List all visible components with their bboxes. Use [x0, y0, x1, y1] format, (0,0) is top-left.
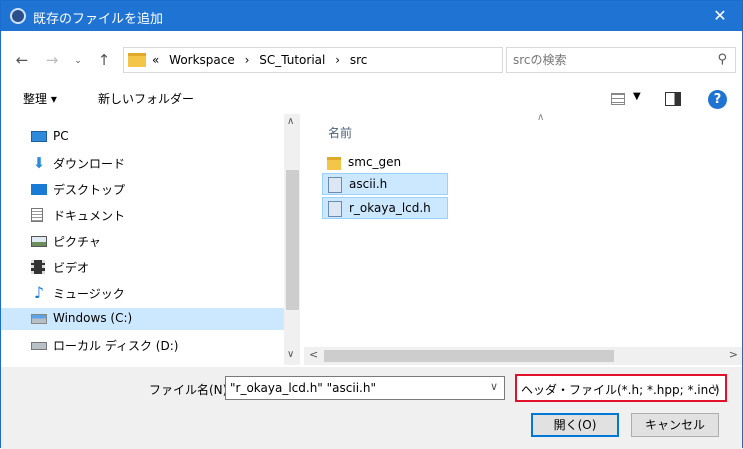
navigation-pane: PC ⬇ ダウンロード デスクトップ ドキュメント ピクチャ ビデオ ♪ ミュー…: [1, 114, 300, 365]
nav-item-label: ミュージック: [53, 287, 125, 301]
nav-item-label: デスクトップ: [53, 183, 126, 197]
scroll-right-icon[interactable]: >: [729, 348, 738, 361]
drive-icon: [31, 342, 47, 350]
nav-item-label: ピクチャ: [53, 235, 101, 249]
breadcrumb-overflow[interactable]: «: [152, 53, 159, 67]
cancel-button[interactable]: キャンセル: [631, 413, 719, 437]
desktop-icon: [31, 184, 47, 195]
search-icon[interactable]: ⚲: [717, 52, 727, 67]
preview-pane-icon[interactable]: [665, 92, 681, 106]
filename-input[interactable]: [230, 380, 480, 396]
music-icon: ♪: [33, 283, 45, 302]
breadcrumb-item[interactable]: src: [350, 53, 368, 67]
scrollbar-thumb[interactable]: [286, 170, 299, 310]
nav-item-videos[interactable]: ビデオ: [1, 256, 284, 278]
help-icon[interactable]: ?: [708, 90, 727, 109]
nav-scrollbar[interactable]: ∧ ∨: [284, 114, 300, 365]
command-bar: 整理 ▾ 新しいフォルダー ▼ ?: [1, 87, 742, 113]
column-header-name[interactable]: 名前: [328, 124, 352, 141]
title-bar: 既存のファイルを追加 ✕: [1, 1, 742, 31]
dialog-footer: ファイル名(N): ∨ ヘッダ・ファイル(*.h; *.hpp; *.inc) …: [1, 367, 742, 449]
nav-item-music[interactable]: ♪ ミュージック: [1, 282, 284, 304]
nav-item-label: PC: [53, 129, 69, 143]
file-list-hscrollbar[interactable]: < >: [304, 347, 742, 365]
view-options-icon[interactable]: [611, 93, 625, 105]
file-icon: [328, 201, 342, 217]
drive-icon: [31, 314, 47, 324]
chevron-down-icon[interactable]: ∨: [711, 381, 719, 394]
breadcrumb-separator[interactable]: ›: [335, 53, 340, 67]
back-arrow-icon[interactable]: ←: [11, 51, 33, 69]
breadcrumb: « Workspace › SC_Tutorial › src: [152, 53, 373, 67]
filetype-select[interactable]: ヘッダ・ファイル(*.h; *.hpp; *.inc) ∨: [515, 374, 727, 402]
file-icon: [328, 177, 342, 193]
video-icon: [31, 260, 45, 274]
list-item[interactable]: ascii.h: [322, 173, 448, 195]
list-item[interactable]: smc_gen: [322, 152, 448, 174]
picture-icon: [31, 236, 47, 247]
app-icon: [10, 8, 26, 24]
search-input[interactable]: [513, 52, 703, 68]
chevron-down-icon[interactable]: ∨: [490, 380, 498, 393]
up-arrow-icon[interactable]: ↑: [93, 51, 115, 69]
address-row: ← → ⌄ ↑ « Workspace › SC_Tutorial › src …: [1, 47, 742, 75]
nav-item-pictures[interactable]: ピクチャ: [1, 230, 284, 252]
scrollbar-thumb[interactable]: [324, 350, 614, 362]
breadcrumb-item[interactable]: Workspace: [169, 53, 235, 67]
nav-item-downloads[interactable]: ⬇ ダウンロード: [1, 152, 284, 174]
close-button[interactable]: ✕: [698, 1, 742, 31]
scroll-left-icon[interactable]: <: [309, 348, 318, 361]
nav-item-label: ローカル ディスク (D:): [53, 339, 179, 353]
nav-item-local-disk-d[interactable]: ローカル ディスク (D:): [1, 334, 284, 356]
view-dropdown-icon[interactable]: ▼: [633, 91, 641, 102]
scroll-down-icon[interactable]: ∨: [287, 349, 294, 360]
new-folder-button[interactable]: 新しいフォルダー: [98, 90, 194, 107]
scroll-up-icon[interactable]: ∧: [287, 116, 294, 127]
nav-item-desktop[interactable]: デスクトップ: [1, 178, 284, 200]
sort-ascending-icon: ∧: [537, 112, 545, 123]
organize-button[interactable]: 整理 ▾: [23, 90, 57, 107]
pc-icon: [31, 131, 47, 142]
nav-item-windows-c[interactable]: Windows (C:): [1, 308, 284, 330]
nav-item-label: ダウンロード: [53, 157, 126, 171]
search-box[interactable]: ⚲: [506, 47, 736, 73]
file-name: ascii.h: [349, 177, 388, 191]
filetype-value: ヘッダ・ファイル(*.h; *.hpp; *.inc): [521, 383, 720, 397]
download-icon: ⬇: [32, 154, 46, 172]
open-button[interactable]: 開く(O): [531, 413, 619, 437]
recent-locations-chevron-icon[interactable]: ⌄: [67, 56, 89, 66]
document-icon: [31, 208, 43, 222]
filename-label: ファイル名(N):: [149, 383, 232, 397]
nav-item-label: Windows (C:): [53, 311, 133, 325]
file-name: r_okaya_lcd.h: [349, 201, 431, 215]
forward-arrow-icon[interactable]: →: [41, 51, 63, 69]
list-item[interactable]: r_okaya_lcd.h: [322, 197, 448, 219]
nav-item-label: ビデオ: [53, 261, 90, 275]
file-name: smc_gen: [348, 155, 402, 169]
file-list: ∧ 名前 smc_gen ascii.h r_okaya_lcd.h: [304, 112, 742, 365]
nav-item-label: ドキュメント: [53, 209, 126, 223]
address-bar[interactable]: « Workspace › SC_Tutorial › src ∨ ↻: [123, 47, 615, 73]
breadcrumb-separator[interactable]: ›: [245, 53, 250, 67]
folder-icon: [128, 53, 146, 67]
dialog-title: 既存のファイルを追加: [33, 12, 164, 27]
add-existing-file-dialog: 既存のファイルを追加 ✕ ← → ⌄ ↑ « Workspace › SC_Tu…: [0, 0, 743, 449]
nav-item-pc[interactable]: PC: [1, 126, 284, 148]
nav-item-documents[interactable]: ドキュメント: [1, 204, 284, 226]
filename-combobox[interactable]: ∨: [225, 376, 505, 400]
breadcrumb-item[interactable]: SC_Tutorial: [259, 53, 325, 67]
folder-icon: [327, 157, 341, 170]
